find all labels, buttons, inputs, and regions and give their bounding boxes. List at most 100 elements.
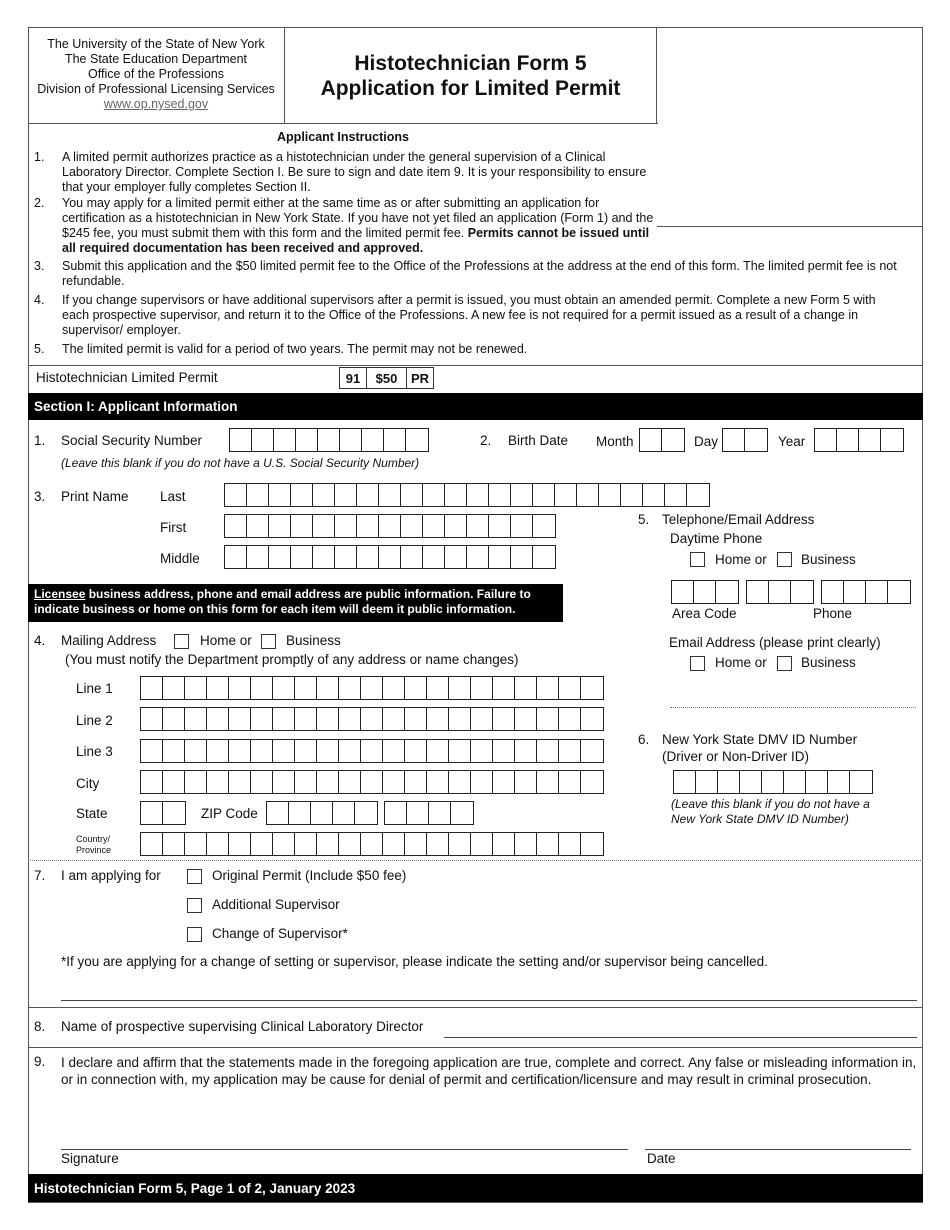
- char-cell[interactable]: [581, 771, 603, 793]
- char-cell[interactable]: [762, 771, 784, 793]
- char-cell[interactable]: [559, 740, 581, 762]
- char-cell[interactable]: [141, 771, 163, 793]
- first-name-input[interactable]: [224, 514, 556, 538]
- char-cell[interactable]: [747, 581, 769, 603]
- char-cell[interactable]: [427, 708, 449, 730]
- char-cell[interactable]: [273, 677, 295, 699]
- char-cell[interactable]: [361, 740, 383, 762]
- char-cell[interactable]: [828, 771, 850, 793]
- char-cell[interactable]: [291, 484, 313, 506]
- char-cell[interactable]: [335, 515, 357, 537]
- char-cell[interactable]: [471, 771, 493, 793]
- char-cell[interactable]: [555, 484, 577, 506]
- char-cell[interactable]: [207, 740, 229, 762]
- char-cell[interactable]: [405, 708, 427, 730]
- char-cell[interactable]: [185, 833, 207, 855]
- address-line1-input[interactable]: [140, 676, 604, 700]
- char-cell[interactable]: [362, 429, 384, 451]
- char-cell[interactable]: [339, 771, 361, 793]
- char-cell[interactable]: [340, 429, 362, 451]
- birth-month-input[interactable]: [639, 428, 685, 452]
- char-cell[interactable]: [295, 677, 317, 699]
- char-cell[interactable]: [163, 708, 185, 730]
- char-cell[interactable]: [383, 708, 405, 730]
- char-cell[interactable]: [313, 515, 335, 537]
- char-cell[interactable]: [313, 484, 335, 506]
- char-cell[interactable]: [274, 429, 296, 451]
- char-cell[interactable]: [291, 546, 313, 568]
- char-cell[interactable]: [383, 771, 405, 793]
- char-cell[interactable]: [361, 771, 383, 793]
- char-cell[interactable]: [449, 771, 471, 793]
- char-cell[interactable]: [515, 740, 537, 762]
- char-cell[interactable]: [467, 515, 489, 537]
- char-cell[interactable]: [273, 740, 295, 762]
- director-name-input[interactable]: [444, 1037, 917, 1038]
- char-cell[interactable]: [559, 771, 581, 793]
- char-cell[interactable]: [401, 515, 423, 537]
- char-cell[interactable]: [207, 677, 229, 699]
- char-cell[interactable]: [339, 833, 361, 855]
- char-cell[interactable]: [401, 546, 423, 568]
- char-cell[interactable]: [185, 740, 207, 762]
- char-cell[interactable]: [185, 771, 207, 793]
- char-cell[interactable]: [489, 484, 511, 506]
- char-cell[interactable]: [361, 708, 383, 730]
- char-cell[interactable]: [355, 802, 377, 824]
- char-cell[interactable]: [273, 833, 295, 855]
- char-cell[interactable]: [533, 515, 555, 537]
- char-cell[interactable]: [318, 429, 340, 451]
- char-cell[interactable]: [269, 546, 291, 568]
- char-cell[interactable]: [696, 771, 718, 793]
- char-cell[interactable]: [406, 429, 428, 451]
- char-cell[interactable]: [379, 546, 401, 568]
- char-cell[interactable]: [665, 484, 687, 506]
- char-cell[interactable]: [251, 740, 273, 762]
- char-cell[interactable]: [515, 708, 537, 730]
- char-cell[interactable]: [295, 833, 317, 855]
- char-cell[interactable]: [333, 802, 355, 824]
- char-cell[interactable]: [141, 740, 163, 762]
- phone-home-checkbox[interactable]: [690, 552, 705, 567]
- char-cell[interactable]: [493, 677, 515, 699]
- char-cell[interactable]: [229, 677, 251, 699]
- char-cell[interactable]: [423, 484, 445, 506]
- char-cell[interactable]: [559, 677, 581, 699]
- email-home-checkbox[interactable]: [690, 656, 705, 671]
- char-cell[interactable]: [822, 581, 844, 603]
- char-cell[interactable]: [467, 546, 489, 568]
- char-cell[interactable]: [445, 515, 467, 537]
- char-cell[interactable]: [449, 677, 471, 699]
- char-cell[interactable]: [317, 708, 339, 730]
- char-cell[interactable]: [662, 429, 684, 451]
- char-cell[interactable]: [339, 708, 361, 730]
- middle-name-input[interactable]: [224, 545, 556, 569]
- char-cell[interactable]: [493, 771, 515, 793]
- char-cell[interactable]: [163, 677, 185, 699]
- char-cell[interactable]: [533, 484, 555, 506]
- char-cell[interactable]: [252, 429, 274, 451]
- char-cell[interactable]: [723, 429, 745, 451]
- char-cell[interactable]: [559, 833, 581, 855]
- char-cell[interactable]: [317, 833, 339, 855]
- char-cell[interactable]: [815, 429, 837, 451]
- char-cell[interactable]: [581, 677, 603, 699]
- char-cell[interactable]: [247, 484, 269, 506]
- char-cell[interactable]: [784, 771, 806, 793]
- char-cell[interactable]: [383, 677, 405, 699]
- char-cell[interactable]: [207, 771, 229, 793]
- char-cell[interactable]: [493, 708, 515, 730]
- char-cell[interactable]: [716, 581, 738, 603]
- char-cell[interactable]: [581, 740, 603, 762]
- char-cell[interactable]: [247, 515, 269, 537]
- char-cell[interactable]: [471, 677, 493, 699]
- char-cell[interactable]: [407, 802, 429, 824]
- char-cell[interactable]: [427, 677, 449, 699]
- mailing-home-checkbox[interactable]: [174, 634, 189, 649]
- char-cell[interactable]: [599, 484, 621, 506]
- char-cell[interactable]: [339, 677, 361, 699]
- char-cell[interactable]: [357, 515, 379, 537]
- char-cell[interactable]: [229, 740, 251, 762]
- char-cell[interactable]: [141, 833, 163, 855]
- char-cell[interactable]: [745, 429, 767, 451]
